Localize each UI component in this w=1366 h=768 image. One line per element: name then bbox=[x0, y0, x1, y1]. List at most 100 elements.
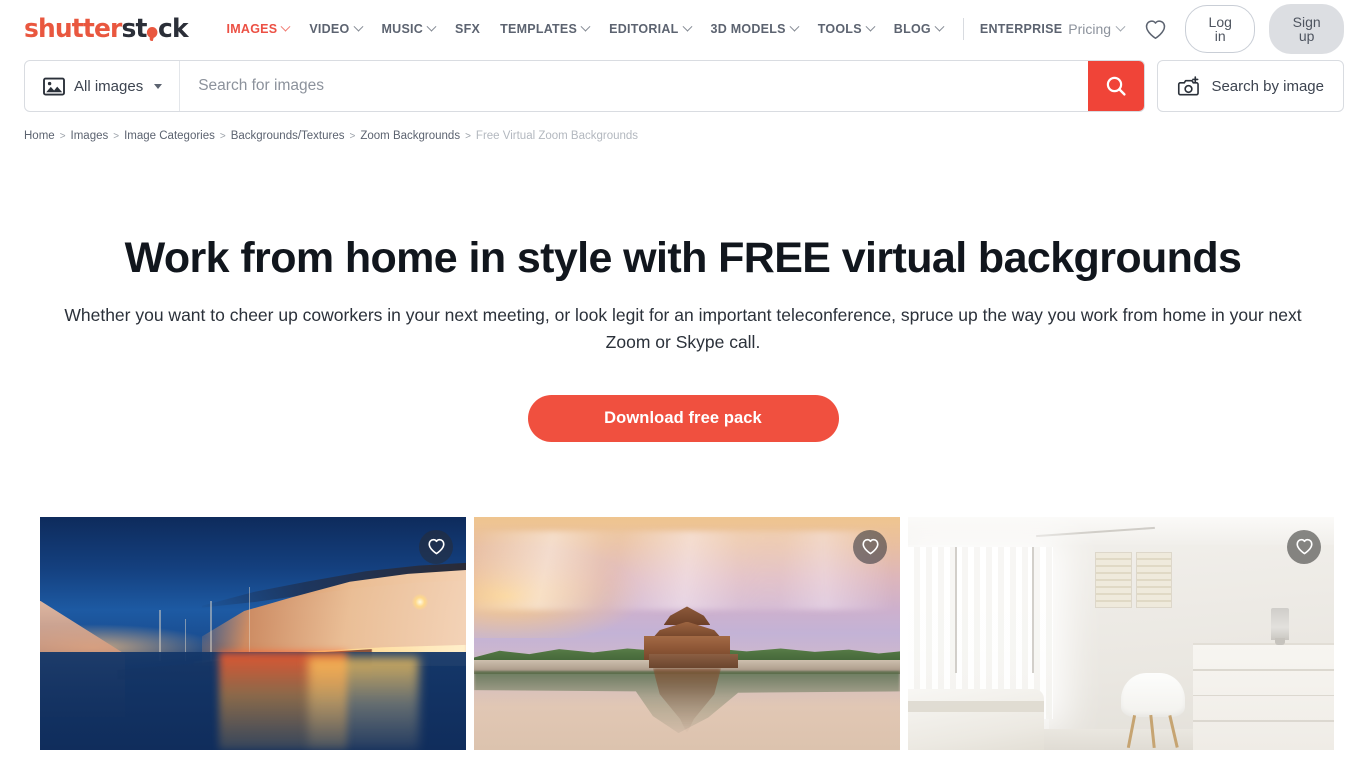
decor-table-lamp bbox=[1271, 607, 1290, 641]
image-icon bbox=[43, 77, 65, 96]
search-type-label: All images bbox=[74, 77, 144, 95]
logo-text-part2: st bbox=[121, 14, 147, 44]
secondary-nav: Pricing Log in Sign up bbox=[1066, 4, 1344, 54]
nav-item-video[interactable]: VIDEO bbox=[299, 14, 371, 44]
chevron-down-icon bbox=[682, 21, 692, 32]
decor-window-frame bbox=[1031, 547, 1034, 673]
nav-item-label: 3D MODELS bbox=[710, 22, 786, 36]
camera-plus-icon bbox=[1178, 75, 1200, 96]
chevron-down-icon bbox=[353, 21, 363, 32]
shutterstock-logo[interactable]: shutterst ck bbox=[24, 14, 189, 44]
favorite-button[interactable] bbox=[853, 529, 887, 564]
decor-drawer-line bbox=[1193, 720, 1334, 722]
chevron-down-icon bbox=[789, 21, 800, 32]
login-button[interactable]: Log in bbox=[1185, 5, 1256, 53]
breadcrumb-separator: > bbox=[219, 130, 226, 142]
breadcrumb-item-backgrounds-textures[interactable]: Backgrounds/Textures bbox=[231, 130, 345, 142]
hero-subtitle: Whether you want to cheer up coworkers i… bbox=[64, 305, 1302, 353]
heart-icon bbox=[861, 539, 879, 555]
heart-icon bbox=[1295, 539, 1313, 555]
gallery-card-nyhavn-canal-copenhagen-at-dusk[interactable] bbox=[40, 516, 466, 750]
decor-drawer-line bbox=[1193, 669, 1334, 671]
favorite-button[interactable] bbox=[1287, 529, 1321, 564]
page-title: Work from home in style with FREE virtua… bbox=[124, 234, 1242, 282]
breadcrumb-separator: > bbox=[465, 130, 471, 142]
decor-clouds bbox=[474, 530, 900, 610]
breadcrumb: Home > Images > Image Categories > Backg… bbox=[0, 112, 1366, 142]
nav-item-sfx[interactable]: SFX bbox=[445, 14, 490, 44]
download-free-pack-button[interactable]: Download free pack bbox=[527, 394, 839, 442]
decor-reflection bbox=[308, 656, 420, 750]
pricing-label: Pricing bbox=[1068, 21, 1112, 37]
breadcrumb-item-zoom-backgrounds[interactable]: Zoom Backgrounds bbox=[360, 130, 460, 142]
breadcrumb-separator: > bbox=[349, 130, 356, 142]
decor-drawer-line bbox=[1193, 694, 1334, 697]
chevron-down-icon bbox=[580, 21, 591, 32]
breadcrumb-separator: > bbox=[59, 130, 66, 142]
nav-item-3d-models[interactable]: 3D MODELS bbox=[701, 14, 808, 44]
cta-container: Download free pack bbox=[30, 394, 1336, 442]
chevron-down-icon bbox=[426, 21, 437, 32]
nav-item-label: IMAGES bbox=[226, 22, 278, 36]
nav-item-label: TOOLS bbox=[817, 22, 862, 36]
top-navigation-bar: shutterst ck IMAGES VIDEO MUSIC SFX TEMPL… bbox=[0, 0, 1366, 58]
decor-molded-chair bbox=[1121, 672, 1185, 718]
decor-street-lamp bbox=[411, 593, 428, 610]
search-bar-row: All images Search by image bbox=[0, 60, 1366, 112]
search-icon bbox=[1107, 76, 1127, 96]
favorites-button[interactable] bbox=[1140, 15, 1171, 44]
search-type-selector[interactable]: All images bbox=[25, 61, 181, 111]
chevron-down-icon bbox=[280, 21, 291, 32]
decor-tower-hall bbox=[648, 654, 739, 669]
chevron-down-icon bbox=[1115, 21, 1126, 32]
search-input[interactable] bbox=[180, 61, 1089, 111]
heart-icon bbox=[1145, 19, 1166, 39]
logo-text-part1: shutter bbox=[24, 14, 122, 44]
caret-down-icon bbox=[154, 83, 163, 89]
breadcrumb-item-images[interactable]: Images bbox=[71, 130, 109, 142]
signup-button[interactable]: Sign up bbox=[1269, 4, 1344, 54]
heart-icon bbox=[427, 539, 445, 555]
decor-mast bbox=[248, 586, 251, 662]
hero-section: Work from home in style with FREE virtua… bbox=[0, 142, 1366, 442]
search-submit-button[interactable] bbox=[1088, 61, 1145, 111]
decor-wall-art-right bbox=[1135, 551, 1173, 608]
gallery-image bbox=[908, 516, 1334, 750]
nav-item-images[interactable]: IMAGES bbox=[217, 14, 300, 44]
breadcrumb-item-current: Free Virtual Zoom Backgrounds bbox=[475, 130, 639, 142]
gallery-image bbox=[40, 516, 466, 750]
primary-nav: IMAGES VIDEO MUSIC SFX TEMPLATES EDITORI… bbox=[217, 14, 1067, 44]
nav-item-templates[interactable]: TEMPLATES bbox=[490, 14, 599, 44]
decor-bed-blanket bbox=[908, 700, 1045, 713]
nav-item-label: SFX bbox=[455, 22, 481, 36]
nav-item-label: MUSIC bbox=[381, 22, 424, 36]
nav-item-editorial[interactable]: EDITORIAL bbox=[599, 14, 700, 44]
nav-item-label: VIDEO bbox=[309, 22, 350, 36]
chevron-down-icon bbox=[865, 21, 876, 32]
nav-item-blog[interactable]: BLOG bbox=[884, 14, 953, 44]
favorite-button[interactable] bbox=[419, 529, 453, 564]
decor-bed bbox=[908, 689, 1045, 750]
logo-text-part3: ck bbox=[158, 14, 189, 44]
nav-item-music[interactable]: MUSIC bbox=[372, 14, 446, 44]
gallery-card-forbidden-city-corner-tower-at-sunset[interactable] bbox=[474, 516, 900, 750]
search-by-image-button[interactable]: Search by image bbox=[1157, 60, 1344, 112]
nav-item-pricing[interactable]: Pricing bbox=[1066, 15, 1126, 43]
decor-wall-art-left bbox=[1095, 551, 1132, 608]
nav-item-enterprise[interactable]: ENTERPRISE bbox=[976, 14, 1066, 44]
decor-window-frame bbox=[954, 547, 957, 673]
breadcrumb-item-home[interactable]: Home bbox=[24, 130, 55, 142]
nav-divider bbox=[962, 18, 964, 40]
search-by-image-label: Search by image bbox=[1211, 77, 1324, 95]
image-gallery-grid bbox=[0, 516, 1366, 750]
chevron-down-icon bbox=[934, 21, 945, 32]
logo-dot-icon bbox=[147, 27, 158, 38]
decor-lamp-base bbox=[1274, 637, 1286, 645]
breadcrumb-item-image-categories[interactable]: Image Categories bbox=[124, 130, 215, 142]
nav-item-label: EDITORIAL bbox=[609, 22, 679, 36]
gallery-card-bright-white-minimalist-bedroom[interactable] bbox=[908, 516, 1334, 750]
gallery-image bbox=[474, 516, 900, 750]
breadcrumb-separator: > bbox=[113, 130, 120, 142]
nav-item-tools[interactable]: TOOLS bbox=[808, 14, 884, 44]
nav-item-label: BLOG bbox=[893, 22, 931, 36]
